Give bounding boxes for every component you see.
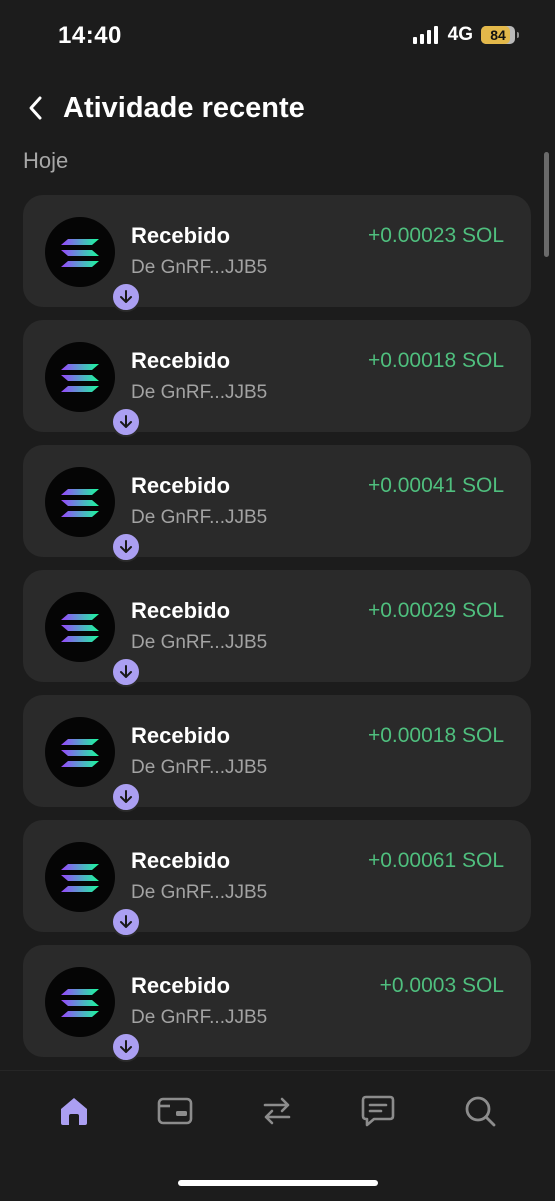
solana-icon: [61, 614, 99, 642]
battery-level: 84: [490, 27, 506, 43]
arrow-down-icon: [120, 540, 132, 553]
tab-chat[interactable]: [356, 1089, 400, 1133]
chat-icon: [361, 1095, 395, 1127]
tab-wallet[interactable]: [153, 1089, 197, 1133]
activity-item[interactable]: Recebido De GnRF...JJB5 +0.00018 SOL: [23, 695, 531, 812]
token-avatar: [45, 967, 141, 1062]
arrow-down-icon: [120, 415, 132, 428]
status-indicators: 4G 84: [412, 24, 519, 46]
swap-icon: [263, 1097, 291, 1125]
activity-amount: +0.00029 SOL: [367, 599, 504, 622]
tab-home[interactable]: [52, 1089, 96, 1133]
activity-sender: De GnRF...JJB5: [131, 757, 268, 778]
solana-icon: [61, 864, 99, 892]
activity-title: Recebido: [131, 723, 231, 748]
activity-sender: De GnRF...JJB5: [131, 632, 268, 653]
solana-icon: [61, 989, 99, 1017]
solana-icon: [61, 239, 99, 267]
activity-sender: De GnRF...JJB5: [131, 882, 268, 903]
activity-amount: +0.00018 SOL: [367, 349, 504, 372]
token-avatar: [45, 717, 141, 812]
activity-item[interactable]: Recebido De GnRF...JJB5 +0.00023 SOL: [23, 195, 531, 312]
solana-icon: [61, 739, 99, 767]
back-button[interactable]: [18, 90, 54, 126]
token-avatar: [45, 592, 141, 687]
activity-item[interactable]: Recebido De GnRF...JJB5 +0.00029 SOL: [23, 570, 531, 687]
activity-item[interactable]: Recebido De GnRF...JJB5 +0.00018 SOL: [23, 320, 531, 437]
received-badge: [111, 1032, 141, 1062]
arrow-down-icon: [120, 290, 132, 303]
token-avatar: [45, 342, 141, 437]
received-badge: [111, 657, 141, 687]
activity-list: Recebido De GnRF...JJB5 +0.00023 SOL Rec…: [23, 195, 531, 1070]
wallet-card-icon: [157, 1097, 193, 1125]
arrow-down-icon: [120, 1040, 132, 1053]
signal-strength-icon: [412, 26, 438, 44]
arrow-down-icon: [120, 665, 132, 678]
activity-title: Recebido: [131, 598, 231, 623]
home-indicator[interactable]: [178, 1180, 378, 1186]
activity-amount: +0.0003 SOL: [379, 974, 504, 997]
token-avatar: [45, 467, 141, 562]
activity-title: Recebido: [131, 348, 231, 373]
solana-icon: [61, 364, 99, 392]
tab-swap[interactable]: [255, 1089, 299, 1133]
activity-sender: De GnRF...JJB5: [131, 257, 268, 278]
token-avatar: [45, 217, 141, 312]
activity-title: Recebido: [131, 848, 231, 873]
token-avatar: [45, 842, 141, 937]
received-badge: [111, 407, 141, 437]
activity-amount: +0.00018 SOL: [367, 724, 504, 747]
received-badge: [111, 907, 141, 937]
status-time: 14:40: [58, 22, 122, 49]
received-badge: [111, 282, 141, 312]
scrollbar[interactable]: [544, 152, 549, 257]
status-bar: 14:40 4G 84: [0, 0, 555, 70]
header: Atividade recente: [0, 80, 555, 136]
home-icon: [61, 1098, 87, 1125]
solana-icon: [61, 489, 99, 517]
activity-title: Recebido: [131, 223, 231, 248]
activity-title: Recebido: [131, 973, 231, 998]
received-badge: [111, 782, 141, 812]
activity-amount: +0.00061 SOL: [367, 849, 504, 872]
activity-sender: De GnRF...JJB5: [131, 1007, 268, 1028]
activity-title: Recebido: [131, 473, 231, 498]
activity-sender: De GnRF...JJB5: [131, 382, 268, 403]
page-title: Atividade recente: [63, 92, 305, 124]
battery-icon: 84: [481, 26, 519, 44]
network-type: 4G: [447, 24, 473, 45]
activity-amount: +0.00041 SOL: [367, 474, 504, 497]
activity-item[interactable]: Recebido De GnRF...JJB5 +0.0003 SOL: [23, 945, 531, 1062]
chevron-left-icon: [29, 96, 42, 120]
search-icon: [465, 1096, 496, 1127]
section-label-today: Hoje: [23, 148, 69, 173]
activity-amount: +0.00023 SOL: [367, 224, 504, 247]
received-badge: [111, 532, 141, 562]
activity-sender: De GnRF...JJB5: [131, 507, 268, 528]
activity-item[interactable]: Recebido De GnRF...JJB5 +0.00041 SOL: [23, 445, 531, 562]
arrow-down-icon: [120, 915, 132, 928]
activity-item[interactable]: Recebido De GnRF...JJB5 +0.00061 SOL: [23, 820, 531, 937]
arrow-down-icon: [120, 790, 132, 803]
tab-search[interactable]: [458, 1089, 502, 1133]
